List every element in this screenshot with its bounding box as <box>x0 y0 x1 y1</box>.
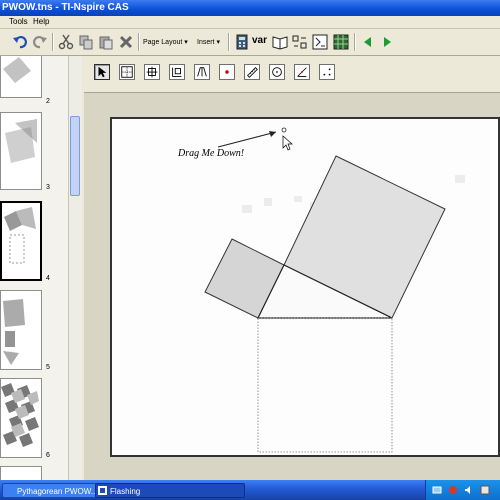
tray-security-icon[interactable] <box>448 485 458 495</box>
flashing-app-icon <box>98 486 107 495</box>
taskbar-item-flashing[interactable]: Flashing <box>95 483 245 498</box>
taskbar-item-label: Pythagorean PWOW.... <box>17 487 100 496</box>
taskbar-item-label: Flashing <box>110 487 141 496</box>
taskbar: Pythagorean PWOW.... Flashing <box>0 480 500 500</box>
drag-arrow <box>217 131 277 148</box>
system-tray <box>425 480 500 500</box>
drag-arrow-head <box>269 131 276 137</box>
drag-point[interactable] <box>281 127 287 133</box>
geometry-figure <box>204 127 465 453</box>
hypotenuse-square-outline <box>257 317 393 453</box>
mouse-cursor-icon <box>282 135 293 151</box>
tray-network-icon[interactable] <box>432 485 442 495</box>
tray-volume-icon[interactable] <box>464 485 474 495</box>
drag-me-down-label: Drag Me Down! <box>178 148 245 159</box>
tray-app-icon[interactable] <box>480 485 490 495</box>
